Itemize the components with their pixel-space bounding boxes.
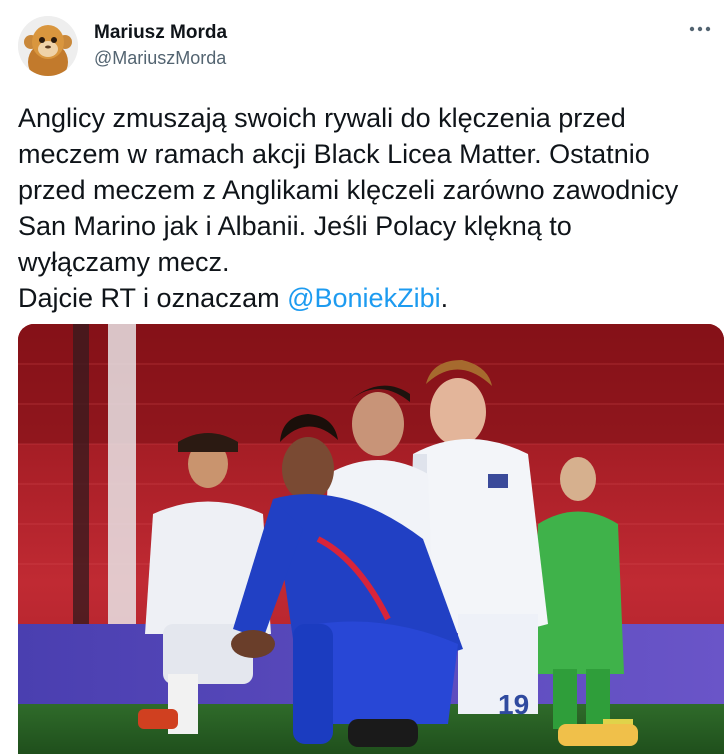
more-horizontal-icon	[689, 26, 711, 32]
mention-link[interactable]: @BoniekZibi	[287, 283, 440, 313]
author-name[interactable]: Mariusz Morda	[94, 22, 227, 44]
author-handle[interactable]: @MariuszMorda	[94, 48, 226, 69]
tweet-text-line: meczem w ramach akcji Black Licea Matter…	[18, 139, 650, 169]
football-players-kneeling-photo: 19	[18, 324, 724, 754]
tweet-text: Anglicy zmuszają swoich rywali do klęcze…	[18, 100, 718, 316]
tweet-text-line: przed meczem z Anglikami klęczeli zarówn…	[18, 175, 679, 205]
avatar[interactable]	[18, 16, 78, 76]
tweet-text-line: wyłączamy mecz.	[18, 247, 230, 277]
tweet-text-last-line: Dajcie RT i oznaczam @BoniekZibi.	[18, 280, 718, 316]
tweet-media-photo[interactable]: 19	[18, 324, 724, 754]
shirt-number-label: 19	[498, 689, 529, 720]
more-icon[interactable]	[682, 16, 718, 42]
tweet-text-line: Anglicy zmuszają swoich rywali do klęcze…	[18, 103, 626, 133]
tweet-header: Mariusz Morda @MariuszMorda	[18, 16, 728, 80]
tweet-text-line: Dajcie RT i oznaczam	[18, 283, 288, 313]
tweet-text-line: San Marino jak i Albanii. Jeśli Polacy k…	[18, 211, 572, 241]
monkey-avatar-icon	[18, 16, 78, 76]
tweet-text-trailing: .	[440, 283, 449, 313]
